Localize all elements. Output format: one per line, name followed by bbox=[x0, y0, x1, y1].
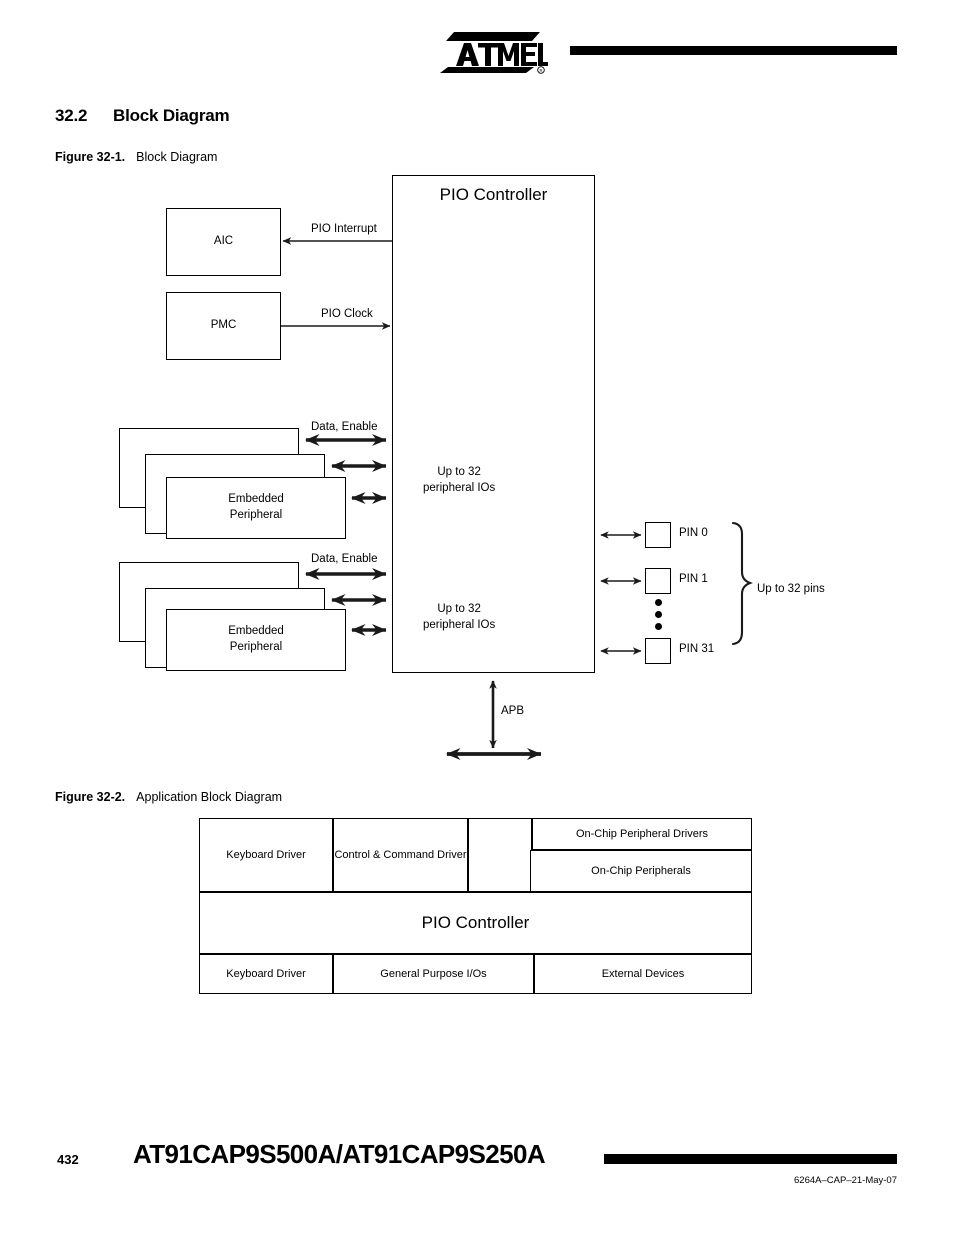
apb-label: APB bbox=[501, 705, 525, 717]
embedded-peripheral-line-2: Peripheral bbox=[229, 509, 283, 521]
embedded-peripheral-line-2: Peripheral bbox=[229, 641, 283, 653]
pin-label-31: PIN 31 bbox=[679, 643, 715, 655]
ellipsis-dot-icon bbox=[655, 623, 662, 630]
application-block-diagram-table: Keyboard Driver Control & Command Driver… bbox=[199, 818, 752, 994]
table-cell-external-devices: External Devices bbox=[534, 954, 752, 994]
peripheral-ios-label-bottom: Up to 32 peripheral IOs bbox=[423, 602, 495, 634]
data-enable-label-top: Data, Enable bbox=[311, 421, 378, 433]
footer-rule bbox=[604, 1154, 897, 1164]
peripheral-ios-label-top: Up to 32 peripheral IOs bbox=[423, 465, 495, 497]
figure-2-title: Application Block Diagram bbox=[136, 790, 283, 804]
peripheral-ios-line-1: Up to 32 bbox=[437, 603, 481, 615]
pio-clock-label: PIO Clock bbox=[321, 308, 373, 320]
table-cell-keyboard-driver-top: Keyboard Driver bbox=[199, 818, 333, 892]
peripheral-ios-line-2: peripheral IOs bbox=[423, 618, 496, 631]
footer-document-title: AT91CAP9S500A/AT91CAP9S250A bbox=[133, 1139, 546, 1169]
peripheral-ios-line-1: Up to 32 bbox=[437, 466, 481, 478]
table-cell-pio-controller: PIO Controller bbox=[199, 892, 752, 954]
table-cell-keyboard-driver-bottom: Keyboard Driver bbox=[199, 954, 333, 994]
ellipsis-dot-icon bbox=[655, 611, 662, 618]
footer-document-reference: 6264A–CAP–21-May-07 bbox=[794, 1175, 897, 1186]
footer-page-number: 432 bbox=[57, 1152, 79, 1167]
embedded-peripheral-front-box: Embedded Peripheral bbox=[166, 477, 346, 539]
figure-2-label: Figure 32-2. bbox=[55, 790, 126, 804]
peripheral-ios-line-2: peripheral IOs bbox=[423, 481, 496, 494]
pio-interrupt-label: PIO Interrupt bbox=[311, 223, 377, 235]
datasheet-page: R 32.2 Block Diagram Figure 32-1. Block Di… bbox=[0, 0, 954, 1235]
aic-block: AIC bbox=[166, 208, 281, 276]
table-cell-control-command-driver: Control & Command Driver bbox=[333, 818, 468, 892]
embedded-peripheral-line-1: Embedded bbox=[228, 493, 284, 506]
pin-box-0 bbox=[645, 522, 671, 548]
embedded-peripheral-front-box: Embedded Peripheral bbox=[166, 609, 346, 671]
pin-label-0: PIN 0 bbox=[679, 527, 708, 539]
data-enable-label-bottom: Data, Enable bbox=[311, 553, 378, 565]
pin-box-31 bbox=[645, 638, 671, 664]
pio-controller-block bbox=[392, 175, 595, 673]
table-cell-onchip-peripherals: On-Chip Peripherals bbox=[530, 850, 752, 892]
up-to-32-pins-label: Up to 32 pins bbox=[757, 583, 825, 595]
table-cell-general-purpose-ios: General Purpose I/Os bbox=[333, 954, 534, 994]
figure-2-caption: Figure 32-2. Application Block Diagram bbox=[55, 790, 282, 804]
pin-label-1: PIN 1 bbox=[679, 573, 708, 585]
pmc-block: PMC bbox=[166, 292, 281, 360]
ellipsis-dot-icon bbox=[655, 599, 662, 606]
embedded-peripheral-line-1: Embedded bbox=[228, 625, 284, 638]
pio-controller-label: PIO Controller bbox=[439, 185, 548, 204]
table-cell-onchip-peripheral-drivers: On-Chip Peripheral Drivers bbox=[532, 818, 752, 850]
table-cell-empty bbox=[468, 818, 532, 892]
pin-box-1 bbox=[645, 568, 671, 594]
